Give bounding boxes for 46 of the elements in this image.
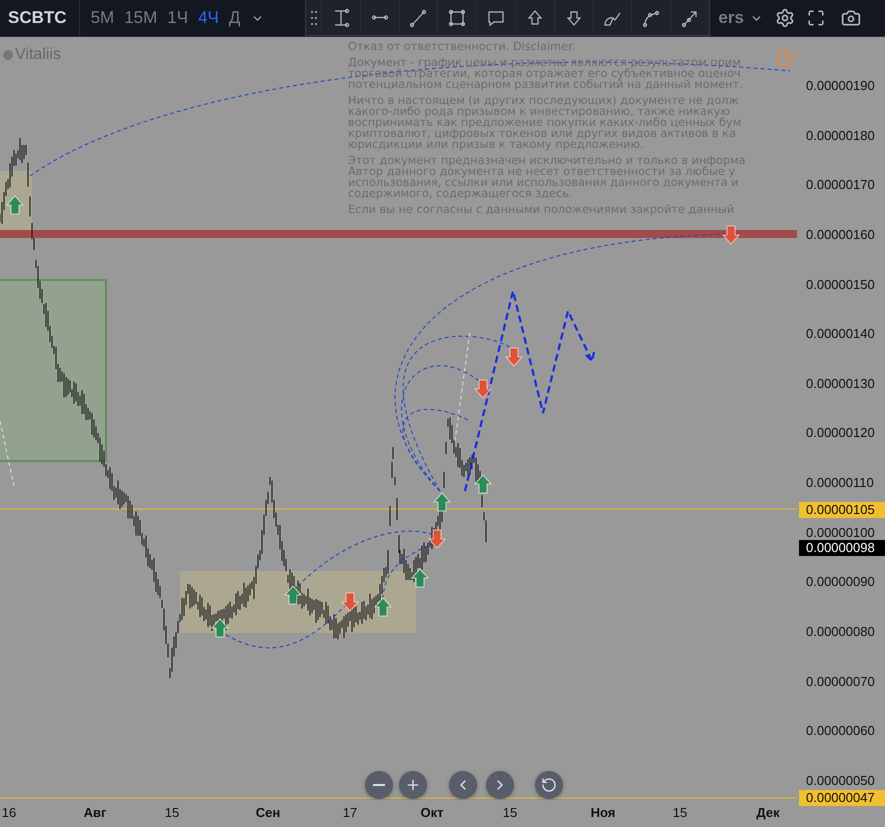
price-label: 0.00000050 (806, 772, 875, 789)
time-label: Авг (84, 805, 106, 820)
zoom-out-button[interactable] (365, 771, 393, 799)
price-label: 0.00000130 (806, 376, 875, 392)
interval-tab[interactable]: 5M (86, 8, 120, 28)
time-label: 15 (164, 805, 180, 820)
time-label: Дек (756, 805, 780, 820)
time-label: 15 (672, 805, 688, 820)
price-label: 0.00000150 (806, 276, 875, 293)
time-label: 15 (502, 805, 518, 820)
price-tag: 0.00000047 (799, 790, 885, 806)
price-label: 0.00000140 (806, 326, 875, 342)
reset-icon (541, 777, 557, 793)
user-icon (2, 49, 14, 61)
price-label: 0.00000060 (806, 723, 875, 740)
time-label: Сен (256, 805, 280, 820)
price-label: 0.00000070 (806, 674, 875, 690)
scroll-left-button[interactable] (449, 771, 477, 799)
grip-icon[interactable] (311, 10, 317, 24)
price-tag: 0.00000098 (799, 540, 885, 556)
price-label: 0.00000120 (806, 425, 875, 442)
interval-tab[interactable]: Д (224, 8, 246, 28)
zoom-in-button[interactable] (399, 771, 427, 799)
price-label: 0.00000180 (806, 128, 875, 144)
indicators-button[interactable]: ers (718, 8, 744, 28)
plus-icon (405, 777, 421, 793)
interval-tab[interactable]: 15M (119, 8, 162, 28)
price-tag: 0.00000105 (799, 502, 885, 518)
price-label: 0.00000080 (806, 624, 875, 640)
price-label: 0.00000110 (806, 475, 874, 492)
interval-tab[interactable]: 4Ч (193, 8, 224, 28)
reset-button[interactable] (535, 771, 563, 799)
price-label: 0.00000090 (806, 574, 875, 590)
price-label: 0.00000160 (806, 226, 875, 243)
time-label: Окт (420, 805, 444, 820)
time-label: 17 (342, 805, 358, 820)
minus-icon (373, 784, 385, 786)
price-label: 0.00000170 (806, 177, 875, 194)
interval-tab[interactable]: 1Ч (162, 8, 194, 28)
time-label: Ноя (590, 805, 616, 820)
time-label: 16 (2, 805, 16, 820)
symbol-name[interactable]: SCBTC (0, 0, 80, 36)
scroll-right-button[interactable] (486, 771, 514, 799)
horizontal-line-icon (372, 15, 388, 20)
price-label: 0.00000190 (806, 78, 875, 94)
price-label: 0.00000100 (806, 524, 875, 541)
